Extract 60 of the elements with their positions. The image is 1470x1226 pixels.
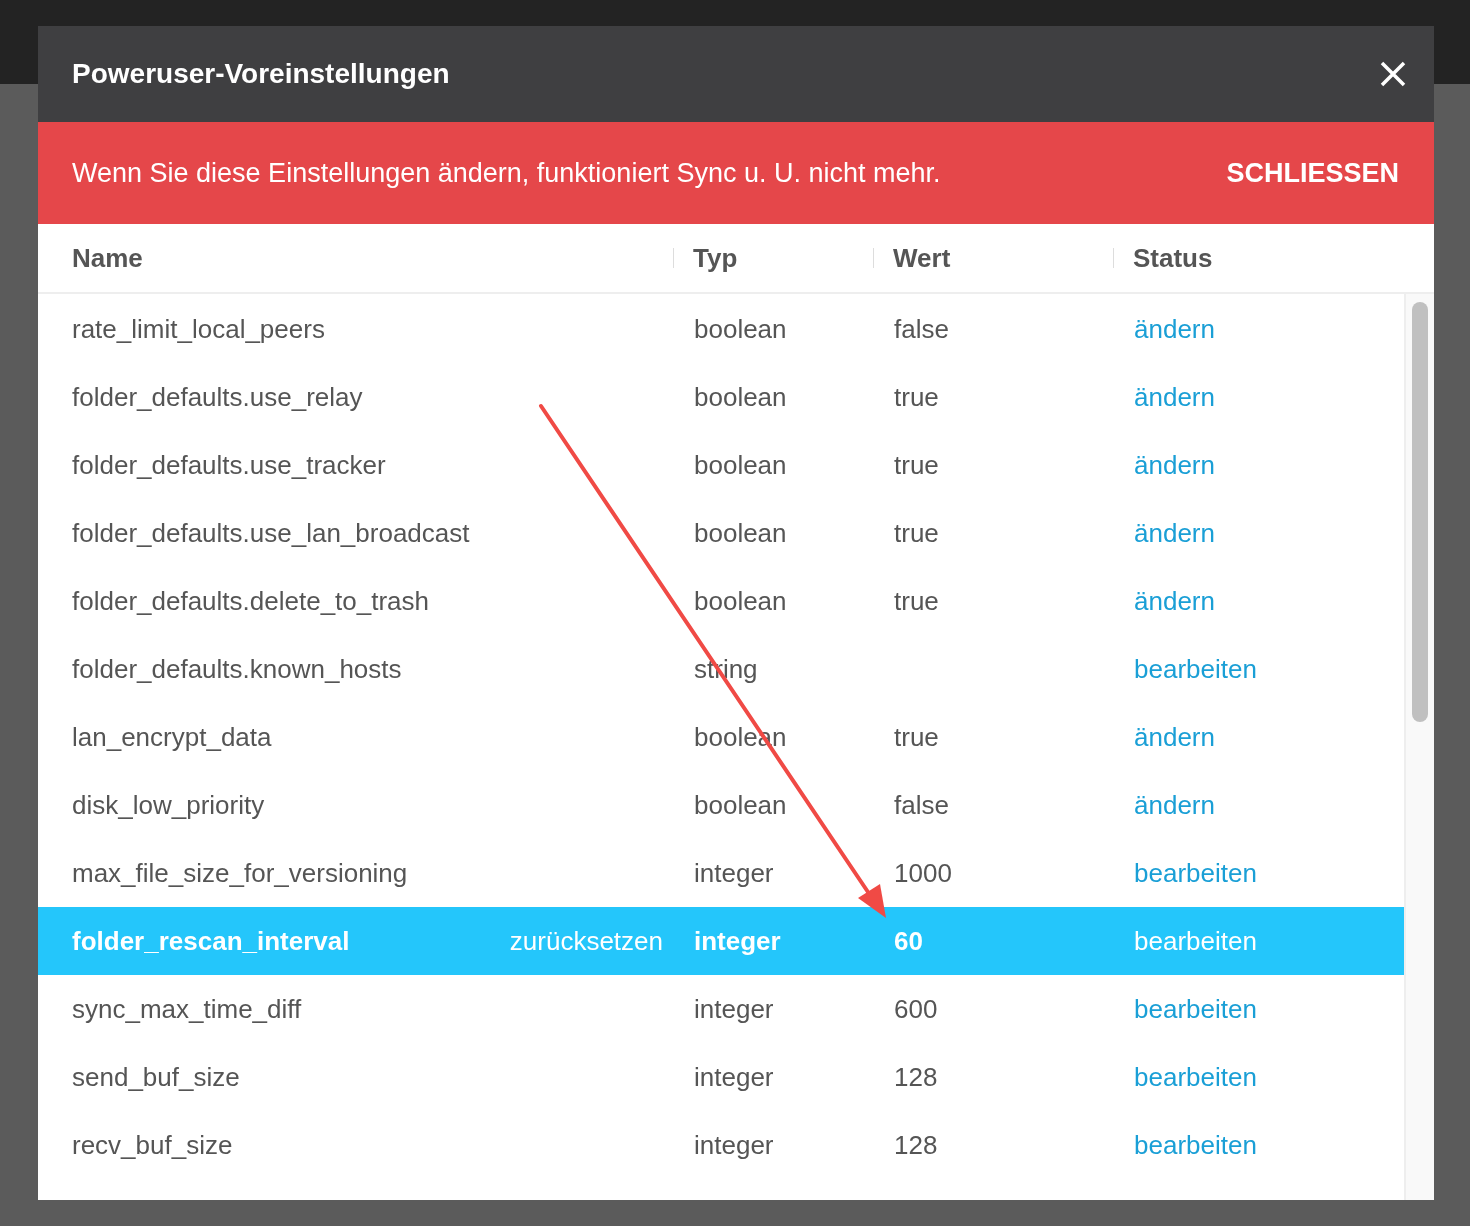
setting-type: integer <box>694 857 774 888</box>
setting-type: integer <box>694 925 781 956</box>
scrollbar-thumb[interactable] <box>1412 302 1428 722</box>
setting-value: true <box>894 721 939 752</box>
setting-type: boolean <box>694 313 787 344</box>
setting-type: integer <box>694 993 774 1024</box>
setting-value: false <box>894 313 949 344</box>
setting-name: lan_encrypt_data <box>72 720 272 754</box>
edit-link[interactable]: bearbeiten <box>1134 1125 1257 1165</box>
setting-value: true <box>894 517 939 548</box>
setting-name: folder_defaults.use_tracker <box>72 448 386 482</box>
setting-name: folder_defaults.known_hosts <box>72 652 402 686</box>
warning-text: Wenn Sie diese Einstellungen ändern, funktioniert Sync u. U. nicht mehr. <box>72 156 941 190</box>
edit-link[interactable]: bearbeiten <box>1134 853 1257 893</box>
edit-link[interactable]: ändern <box>1134 581 1215 621</box>
setting-type: boolean <box>694 585 787 616</box>
edit-link[interactable]: bearbeiten <box>1134 989 1257 1029</box>
setting-value: true <box>894 449 939 480</box>
close-icon[interactable] <box>1378 59 1408 89</box>
edit-link[interactable]: ändern <box>1134 717 1215 757</box>
setting-type: boolean <box>694 449 787 480</box>
edit-link[interactable]: ändern <box>1134 513 1215 553</box>
setting-name: folder_defaults.delete_to_trash <box>72 584 430 618</box>
setting-type: boolean <box>694 789 787 820</box>
setting-value: true <box>894 381 939 412</box>
setting-name: rate_limit_local_peers <box>72 312 325 346</box>
setting-type: boolean <box>694 381 787 412</box>
edit-link[interactable]: bearbeiten <box>1134 921 1257 961</box>
dialog-title: Poweruser-Voreinstellungen <box>72 57 450 91</box>
edit-link[interactable]: bearbeiten <box>1134 649 1257 689</box>
setting-value: false <box>894 789 949 820</box>
setting-name: folder_defaults.use_relay <box>72 380 363 414</box>
edit-link[interactable]: ändern <box>1134 785 1215 825</box>
setting-name: folder_defaults.use_lan_broadcast <box>72 516 470 550</box>
table-row[interactable]: folder_rescan_interval zurücksetzen integer 60 bearbeiten <box>38 907 1404 975</box>
setting-type: boolean <box>694 517 787 548</box>
setting-name: folder_rescan_interval <box>72 924 350 958</box>
setting-value: 60 <box>894 925 923 956</box>
dismiss-button[interactable]: SCHLIESSEN <box>1226 152 1399 194</box>
setting-value: 600 <box>894 993 938 1024</box>
setting-name: recv_buf_size <box>72 1128 233 1162</box>
setting-name: send_buf_size <box>72 1060 240 1094</box>
column-header: Status <box>1133 241 1213 275</box>
setting-value: true <box>894 585 939 616</box>
column-header: Wert <box>893 241 951 275</box>
edit-link[interactable]: ändern <box>1134 309 1215 349</box>
setting-name: sync_max_time_diff <box>72 992 302 1026</box>
edit-link[interactable]: ändern <box>1134 445 1215 485</box>
setting-name: disk_low_priority <box>72 788 265 822</box>
setting-value: 128 <box>894 1061 938 1092</box>
reset-link[interactable]: zurücksetzen <box>509 921 663 961</box>
setting-type: integer <box>694 1061 774 1092</box>
edit-link[interactable]: ändern <box>1134 377 1215 417</box>
edit-link[interactable]: bearbeiten <box>1134 1057 1257 1097</box>
column-header: Typ <box>693 241 738 275</box>
setting-value: 1000 <box>894 857 952 888</box>
setting-type: integer <box>694 1129 774 1160</box>
column-header: Name <box>72 241 143 275</box>
setting-name: max_file_size_for_versioning <box>72 856 408 890</box>
setting-value: 128 <box>894 1129 938 1160</box>
